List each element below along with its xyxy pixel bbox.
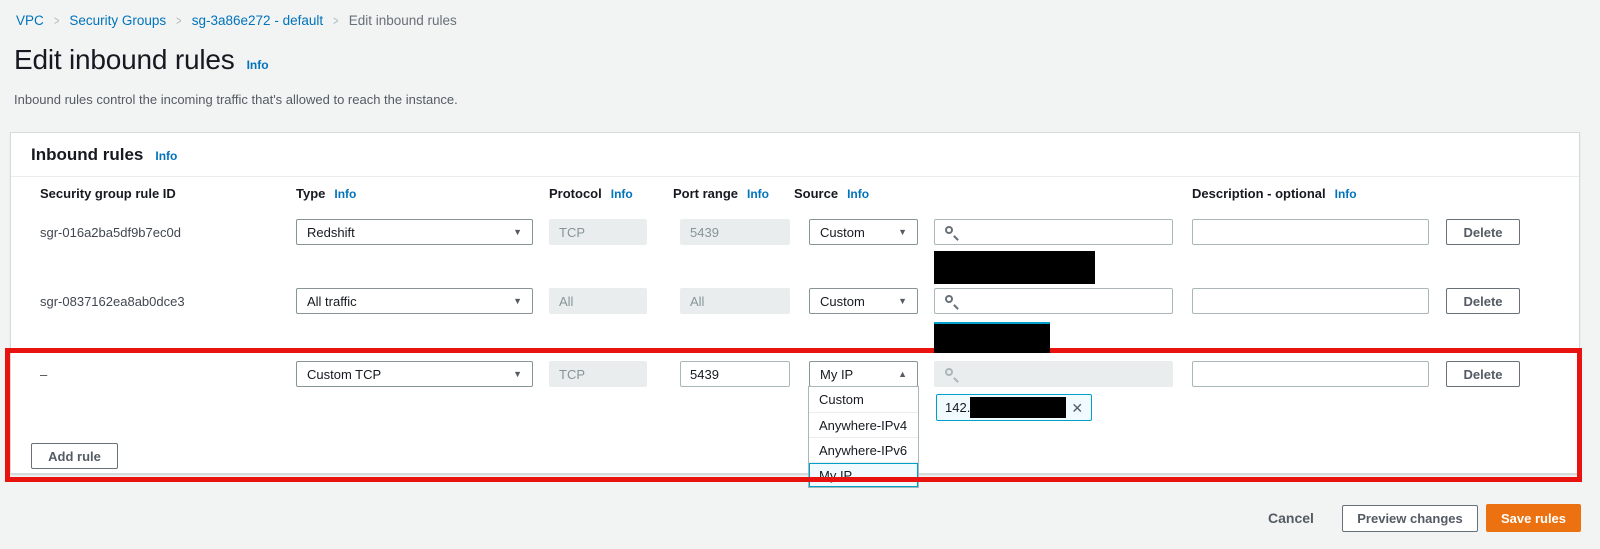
dropdown-option-anywhere-ipv6[interactable]: Anywhere-IPv6 — [809, 437, 918, 462]
delete-button[interactable]: Delete — [1446, 288, 1520, 314]
chevron-down-icon: ▼ — [513, 227, 522, 237]
source-info-link[interactable]: Info — [847, 187, 869, 201]
type-select-value: Redshift — [307, 225, 355, 240]
description-input[interactable] — [1192, 288, 1429, 314]
chevron-right-icon: > — [333, 13, 338, 28]
column-header-label: Security group rule ID — [40, 186, 176, 201]
source-search-input[interactable] — [934, 288, 1173, 314]
remove-tag-icon[interactable]: ✕ — [1071, 401, 1083, 415]
type-info-link[interactable]: Info — [334, 187, 356, 201]
page-title-row: Edit inbound rules Info — [14, 44, 269, 76]
edit-inbound-rules-page: VPC > Security Groups > sg-3a86e272 - de… — [0, 0, 1600, 549]
column-header-protocol: Protocol Info — [549, 186, 633, 201]
port-range-field — [680, 219, 790, 245]
source-mode-value: Custom — [820, 225, 865, 240]
redacted-ip — [970, 397, 1066, 418]
panel-header: Inbound rules Info — [31, 145, 177, 165]
type-select[interactable]: Redshift ▼ — [296, 219, 533, 245]
description-info-link[interactable]: Info — [1335, 187, 1357, 201]
breadcrumb: VPC > Security Groups > sg-3a86e272 - de… — [16, 13, 457, 28]
redacted-source-value — [934, 251, 1095, 284]
source-mode-value: Custom — [820, 294, 865, 309]
dropdown-option-custom[interactable]: Custom — [809, 387, 918, 412]
page-title: Edit inbound rules — [14, 44, 235, 76]
search-icon — [945, 226, 953, 234]
rule-id-text: sgr-0837162ea8ab0dce3 — [40, 288, 280, 314]
source-search-wrap — [934, 288, 1173, 314]
protocol-field — [549, 288, 647, 314]
chevron-right-icon: > — [176, 13, 181, 28]
source-mode-select[interactable]: Custom ▼ — [809, 288, 918, 314]
chevron-up-icon: ▲ — [898, 369, 907, 379]
breadcrumb-security-group-id[interactable]: sg-3a86e272 - default — [192, 13, 323, 28]
column-header-label: Type — [296, 186, 325, 201]
type-select-value: Custom TCP — [307, 367, 381, 382]
column-header-label: Port range — [673, 186, 738, 201]
breadcrumb-current: Edit inbound rules — [349, 13, 457, 28]
source-mode-value: My IP — [820, 367, 853, 382]
type-select[interactable]: All traffic ▼ — [296, 288, 533, 314]
breadcrumb-vpc[interactable]: VPC — [16, 13, 44, 28]
source-mode-select[interactable]: Custom ▼ — [809, 219, 918, 245]
source-search-input-disabled — [934, 361, 1173, 387]
protocol-field — [549, 361, 647, 387]
search-icon — [945, 368, 953, 376]
add-rule-button[interactable]: Add rule — [31, 443, 118, 469]
type-select[interactable]: Custom TCP ▼ — [296, 361, 533, 387]
rule-id-text: – — [40, 361, 280, 387]
rule-id-text: sgr-016a2ba5df9b7ec0d — [40, 219, 280, 245]
chevron-down-icon: ▼ — [898, 227, 907, 237]
description-input[interactable] — [1192, 219, 1429, 245]
cancel-button[interactable]: Cancel — [1268, 510, 1314, 526]
source-cidr-tag: 142. ✕ — [936, 394, 1092, 421]
breadcrumb-security-groups[interactable]: Security Groups — [69, 13, 166, 28]
delete-button[interactable]: Delete — [1446, 219, 1520, 245]
column-header-rule-id: Security group rule ID — [40, 186, 176, 201]
chevron-down-icon: ▼ — [513, 296, 522, 306]
page-description: Inbound rules control the incoming traff… — [14, 92, 458, 107]
source-search-input[interactable] — [934, 219, 1173, 245]
page-title-info-link[interactable]: Info — [247, 58, 269, 72]
redacted-source-value — [934, 322, 1050, 353]
column-header-port-range: Port range Info — [673, 186, 769, 201]
description-input[interactable] — [1192, 361, 1429, 387]
column-header-type: Type Info — [296, 186, 356, 201]
delete-button[interactable]: Delete — [1446, 361, 1520, 387]
dropdown-option-my-ip[interactable]: My IP — [809, 462, 918, 487]
protocol-info-link[interactable]: Info — [611, 187, 633, 201]
port-range-field — [680, 288, 790, 314]
column-header-label: Protocol — [549, 186, 602, 201]
chevron-down-icon: ▼ — [513, 369, 522, 379]
column-header-label: Description - optional — [1192, 186, 1326, 201]
source-mode-select-open[interactable]: My IP ▲ — [809, 361, 918, 387]
search-icon — [945, 295, 953, 303]
source-mode-dropdown-list: Custom Anywhere-IPv4 Anywhere-IPv6 My IP — [808, 386, 919, 488]
port-range-input[interactable] — [680, 361, 790, 387]
source-search-wrap — [934, 361, 1173, 387]
column-header-source: Source Info — [794, 186, 869, 201]
dropdown-option-anywhere-ipv4[interactable]: Anywhere-IPv4 — [809, 412, 918, 437]
chevron-right-icon: > — [54, 13, 59, 28]
preview-changes-button[interactable]: Preview changes — [1342, 505, 1478, 532]
type-select-value: All traffic — [307, 294, 357, 309]
protocol-field — [549, 219, 647, 245]
source-search-wrap — [934, 219, 1173, 245]
column-header-label: Source — [794, 186, 838, 201]
panel-info-link[interactable]: Info — [155, 149, 177, 163]
panel-divider — [11, 176, 1579, 177]
port-range-info-link[interactable]: Info — [747, 187, 769, 201]
chevron-down-icon: ▼ — [898, 296, 907, 306]
panel-title: Inbound rules — [31, 145, 143, 165]
column-header-description: Description - optional Info — [1192, 186, 1357, 201]
save-rules-button[interactable]: Save rules — [1486, 504, 1581, 532]
source-cidr-tag-text: 142. — [945, 400, 970, 415]
